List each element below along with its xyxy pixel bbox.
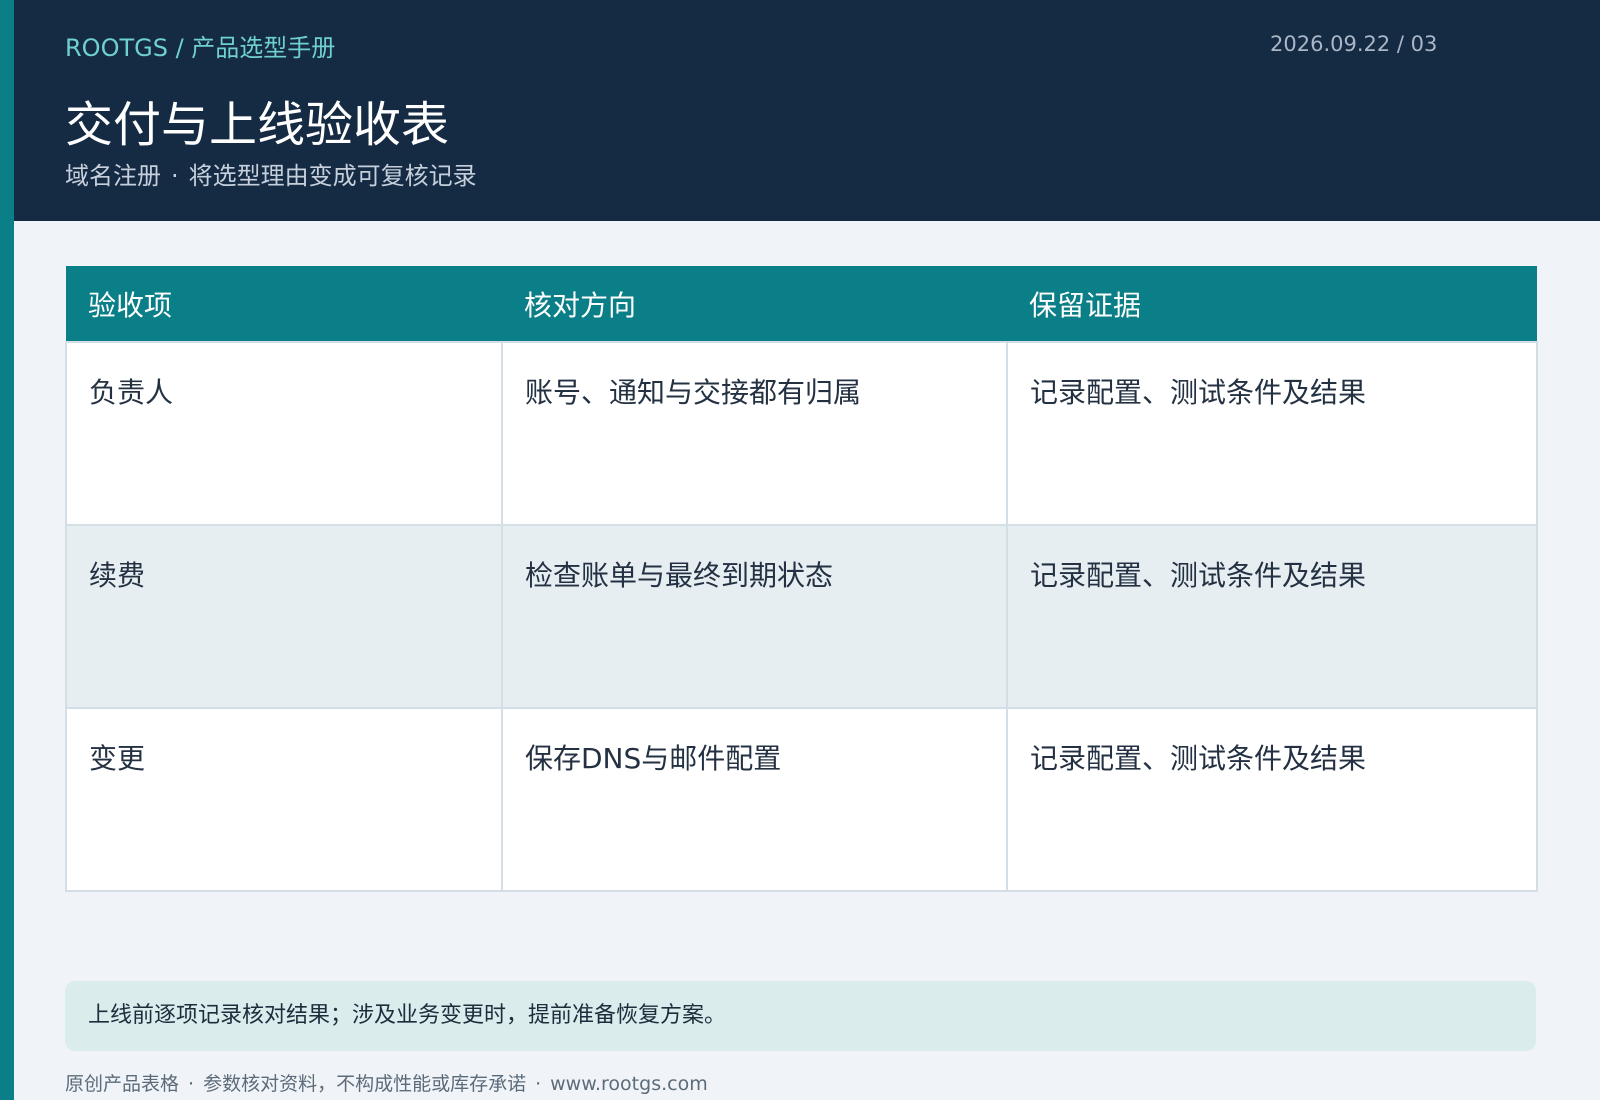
subtitle-separator: · [171,162,179,190]
table-cell: 记录配置、测试条件及结果 [1006,524,1538,709]
subtitle-category: 域名注册 [65,162,161,190]
table-cell: 账号、通知与交接都有归属 [501,341,1008,526]
footer-website: www.rootgs.com [550,1073,708,1095]
subtitle-description: 将选型理由变成可复核记录 [188,162,477,190]
page-title: 交付与上线验收表 [65,97,450,153]
accent-bar [0,0,14,1100]
footer-original: 原创产品表格 [65,1073,180,1095]
page-header: ROOTGS / 产品选型手册 2026.09.22 / 03 交付与上线验收表… [14,0,1600,221]
footer-disclaimer: 参数核对资料，不构成性能或库存承诺 [203,1073,527,1095]
table-cell: 保存DNS与邮件配置 [501,707,1008,892]
breadcrumb: ROOTGS / 产品选型手册 [65,34,336,62]
acceptance-table: 验收项 核对方向 保留证据 负责人 账号、通知与交接都有归属 记录配置、测试条件… [65,266,1538,892]
column-header-evidence: 保留证据 [1007,266,1537,342]
column-header-check: 核对方向 [502,266,1007,342]
table-cell: 续费 [65,524,503,709]
page-subtitle: 域名注册 · 将选型理由变成可复核记录 [65,156,477,191]
table-cell: 负责人 [65,341,503,526]
table-row: 续费 检查账单与最终到期状态 记录配置、测试条件及结果 [65,524,1538,709]
footer-separator: · [535,1073,542,1095]
notice-box: 上线前逐项记录核对结果；涉及业务变更时，提前准备恢复方案。 [65,981,1536,1051]
table-row: 负责人 账号、通知与交接都有归属 记录配置、测试条件及结果 [65,341,1538,526]
table-cell: 记录配置、测试条件及结果 [1006,707,1538,892]
footer-separator: · [188,1073,195,1095]
footer: 原创产品表格 · 参数核对资料，不构成性能或库存承诺 · www.rootgs.com [65,1069,708,1096]
table-row: 变更 保存DNS与邮件配置 记录配置、测试条件及结果 [65,707,1538,892]
table-header-row: 验收项 核对方向 保留证据 [66,266,1537,342]
table-cell: 检查账单与最终到期状态 [501,524,1008,709]
column-header-item: 验收项 [66,266,502,342]
table-cell: 记录配置、测试条件及结果 [1006,341,1538,526]
date-code: 2026.09.22 / 03 [1270,32,1438,56]
table-cell: 变更 [65,707,503,892]
